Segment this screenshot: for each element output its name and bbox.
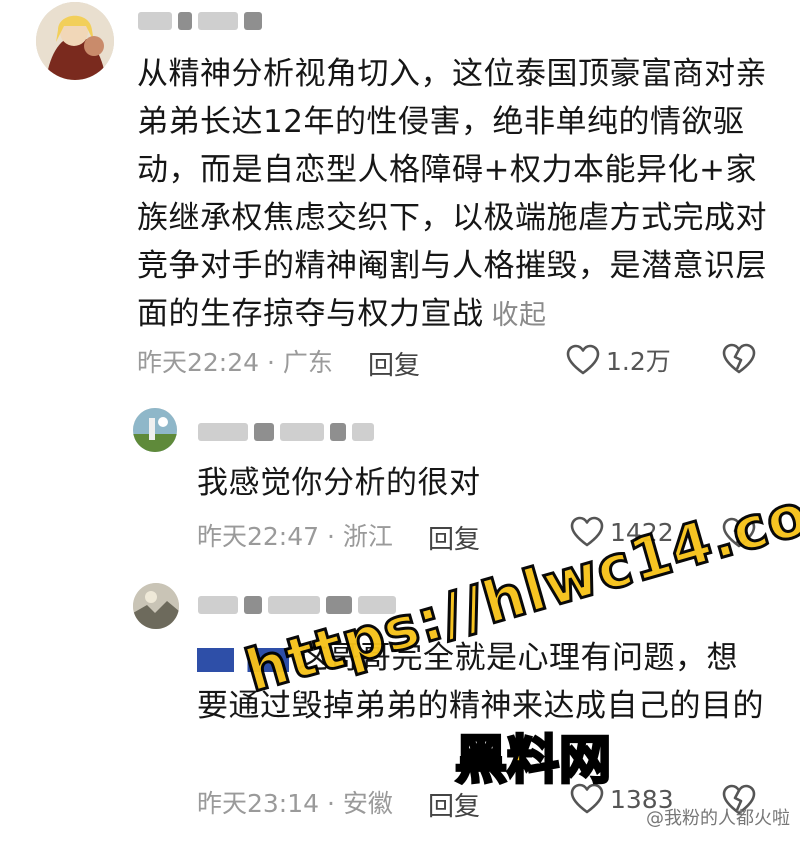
like-button[interactable]: 1.2万 xyxy=(566,342,671,378)
watermark-site-name: 黑料网 xyxy=(453,730,612,793)
avatar-image-icon xyxy=(36,2,114,80)
username-blurred xyxy=(198,421,374,443)
comment-text: 从精神分析视角切入，这位泰国顶豪富商对亲弟弟长达12年的性侵害，绝非单纯的情欲驱… xyxy=(137,56,767,332)
collapse-link[interactable]: 收起 xyxy=(492,300,547,331)
comment-text: 我感觉你分析的很对 xyxy=(197,465,481,501)
avatar[interactable] xyxy=(133,583,179,629)
like-count: 1.2万 xyxy=(606,347,671,376)
weibo-credit: @我粉的人都火啦 xyxy=(646,808,790,829)
avatar[interactable] xyxy=(36,2,114,80)
broken-heart-icon xyxy=(722,343,756,374)
time-location: 昨天22:47 · 浙江 xyxy=(197,522,393,551)
reply-button[interactable]: 回复 xyxy=(368,345,420,382)
avatar[interactable] xyxy=(133,408,177,452)
time-location: 昨天22:24 · 广东 xyxy=(137,348,333,377)
username-blurred xyxy=(138,10,262,32)
dislike-button[interactable] xyxy=(722,343,756,375)
reply-button[interactable]: 回复 xyxy=(428,519,480,556)
time-location: 昨天23:14 · 安徽 xyxy=(197,789,393,818)
heart-outline-icon xyxy=(566,344,600,375)
avatar-image-icon xyxy=(133,408,177,452)
avatar-image-icon xyxy=(133,583,179,629)
